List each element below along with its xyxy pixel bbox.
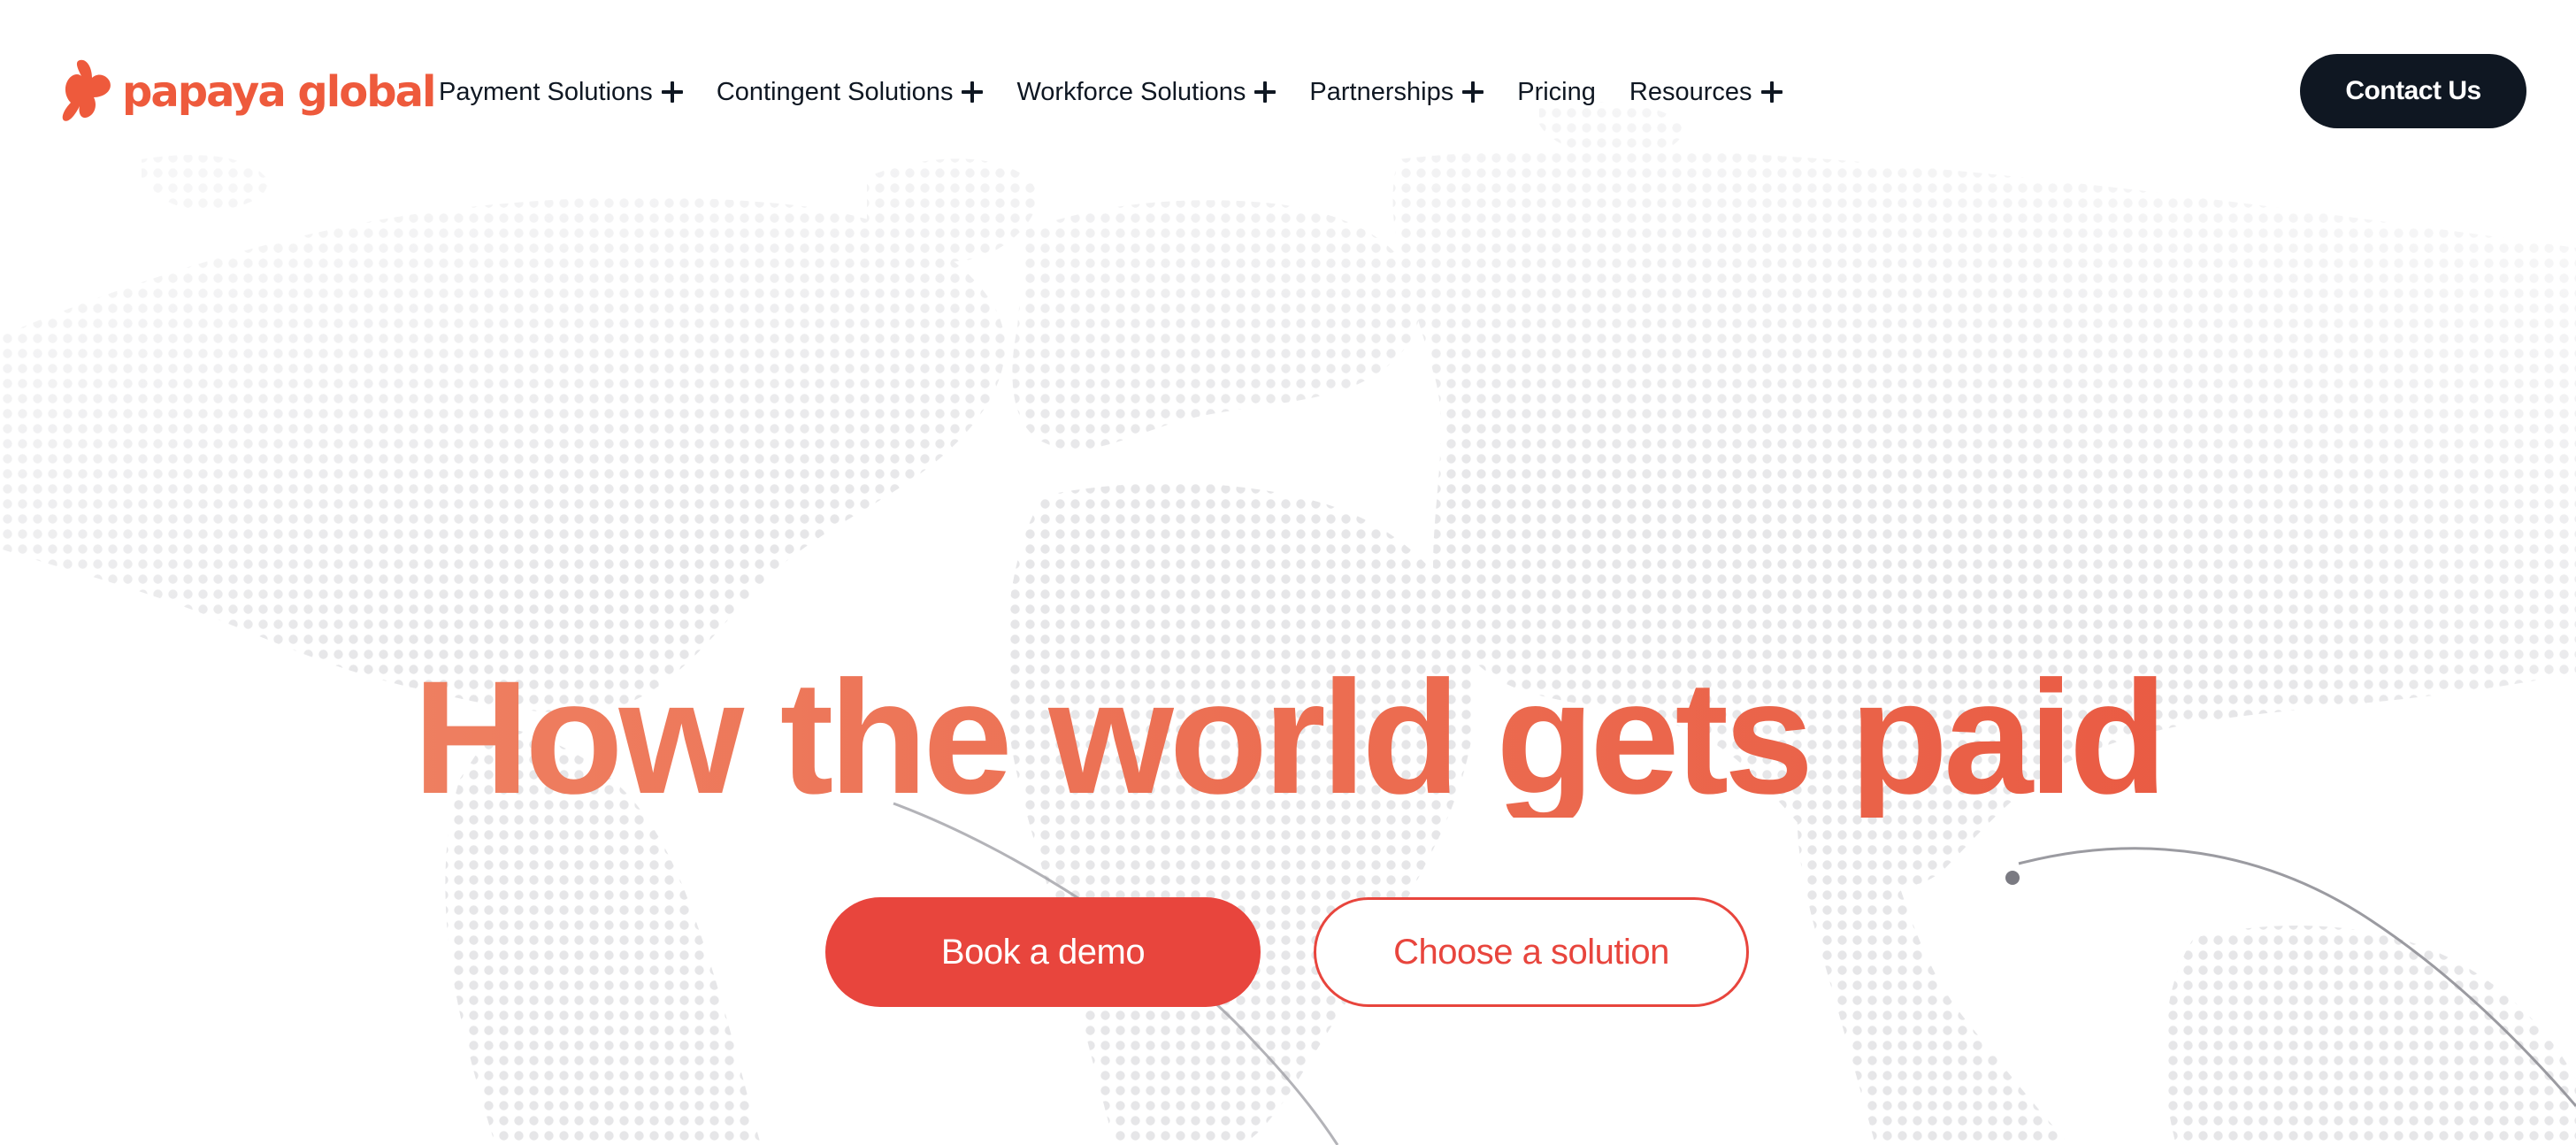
plus-icon [1760,81,1782,103]
nav-item-label: Contingent Solutions [716,77,954,106]
nav-item-label: Partnerships [1309,77,1454,106]
brand-name: papaya global [122,67,436,117]
nav-item-label: Pricing [1517,77,1596,106]
plus-icon [1254,81,1276,103]
plus-icon [1462,81,1484,103]
nav-item-contingent-solutions[interactable]: Contingent Solutions [716,77,984,106]
nav-item-pricing[interactable]: Pricing [1517,77,1596,106]
contact-us-button[interactable]: Contact Us [2300,54,2526,128]
nav-item-payment-solutions[interactable]: Payment Solutions [439,77,683,106]
site-header: papaya global Payment Solutions Continge… [0,0,2576,186]
nav-item-partnerships[interactable]: Partnerships [1309,77,1484,106]
choose-solution-button[interactable]: Choose a solution [1314,897,1749,1007]
hero-title: How the world gets paid [0,657,2576,818]
nav-item-label: Workforce Solutions [1016,77,1246,106]
nav-item-resources[interactable]: Resources [1629,77,1782,106]
orbit-dot [2005,871,2020,885]
plus-icon [962,81,984,103]
nav-item-label: Resources [1629,77,1752,106]
book-demo-button[interactable]: Book a demo [825,897,1261,1007]
papaya-butterfly-icon [62,59,111,121]
plus-icon [661,81,683,103]
main-nav: Payment Solutions Contingent Solutions W… [439,73,1782,111]
nav-item-workforce-solutions[interactable]: Workforce Solutions [1016,77,1276,106]
nav-item-label: Payment Solutions [439,77,653,106]
hero-cta-row: Book a demo Choose a solution [825,897,1749,1007]
brand-logo[interactable]: papaya global [62,58,436,126]
page: papaya global Payment Solutions Continge… [0,0,2576,1145]
